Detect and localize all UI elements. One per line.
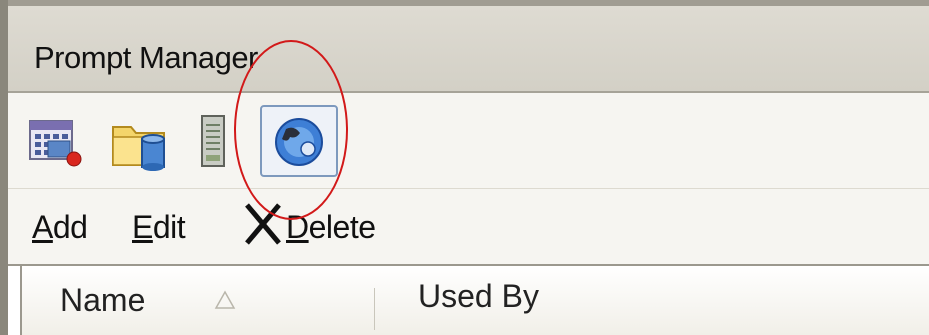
add-accelerator: A xyxy=(32,209,53,245)
column-separator[interactable] xyxy=(374,288,375,330)
sort-ascending-icon xyxy=(214,290,236,315)
window-title: Prompt Manager xyxy=(34,40,258,75)
add-button[interactable]: Add xyxy=(32,209,88,246)
delete-button[interactable]: Delete xyxy=(286,209,376,246)
action-toolbar: Add Edit Delete xyxy=(8,189,929,266)
edit-label: dit xyxy=(152,209,186,245)
calendar-icon[interactable] xyxy=(28,117,84,169)
delete-icon[interactable] xyxy=(242,201,284,252)
delete-accelerator: D xyxy=(286,209,309,245)
edit-accelerator: E xyxy=(132,209,153,245)
window-left-edge xyxy=(0,0,8,335)
column-header-used-by[interactable]: Used By xyxy=(418,278,539,315)
server-icon[interactable] xyxy=(198,113,228,169)
icon-toolbar xyxy=(8,93,929,189)
column-header-name[interactable]: Name xyxy=(60,282,145,319)
add-label: dd xyxy=(52,209,88,245)
list-header: Name Used By xyxy=(20,266,929,335)
prompt-manager-window: Prompt Manager Add Edit Delete Name Used… xyxy=(0,0,929,335)
folder-database-icon[interactable] xyxy=(110,115,172,171)
edit-button[interactable]: Edit xyxy=(132,209,186,246)
globe-icon xyxy=(272,115,326,169)
delete-label: elete xyxy=(308,209,376,245)
globe-button[interactable] xyxy=(260,105,338,177)
title-bar: Prompt Manager xyxy=(8,6,929,93)
